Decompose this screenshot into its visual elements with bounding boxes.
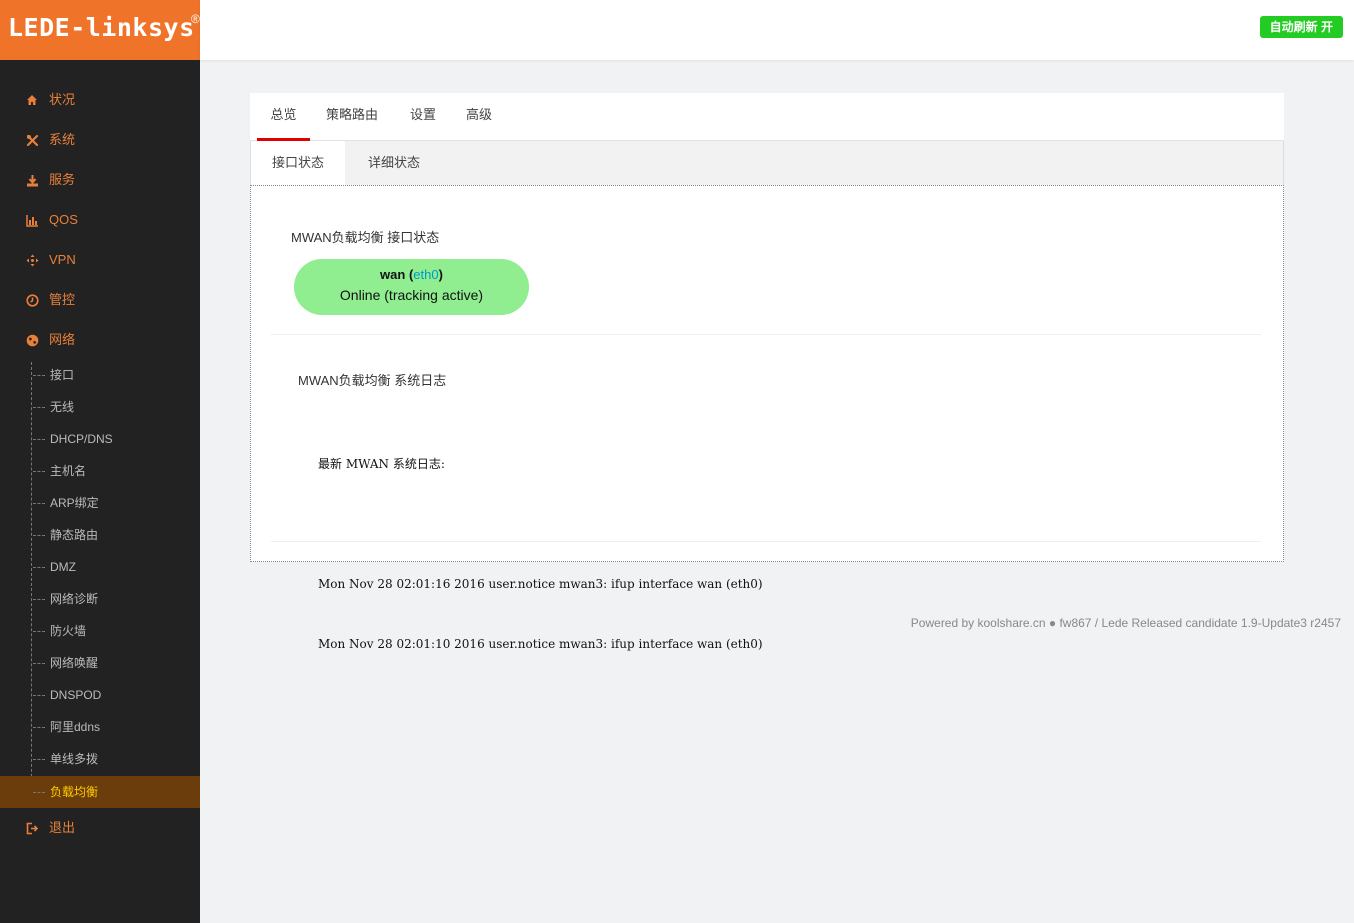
tree-dash xyxy=(33,567,45,568)
top-header: 自动刷新 开 xyxy=(200,0,1354,60)
log-spacer xyxy=(318,514,763,534)
status-panel: MWAN负载均衡 接口状态 wan (eth0) Online (trackin… xyxy=(250,185,1284,651)
sidebar: 状况 系统 服务 QOS VPN 管控 网络 接口 无线 DHCP/DNS 主机… xyxy=(0,60,200,923)
system-log: 最新 MWAN 系统日志: Mon Nov 28 02:01:16 2016 u… xyxy=(318,414,763,694)
tab-advanced[interactable]: 高级 xyxy=(461,93,497,141)
system-log-title: MWAN负载均衡 系统日志 xyxy=(298,373,447,388)
sidebar-item-network[interactable]: 网络 xyxy=(0,320,200,360)
sidebar-item-system[interactable]: 系统 xyxy=(0,120,200,160)
section-divider xyxy=(271,541,1261,542)
sidebar-item-qos[interactable]: QOS xyxy=(0,200,200,240)
iface-name: wan xyxy=(380,267,406,282)
main-tabs: 总览 策略路由 设置 高级 xyxy=(250,93,1284,141)
tab-settings[interactable]: 设置 xyxy=(405,93,441,141)
sidebar-item-status[interactable]: 状况 xyxy=(0,80,200,120)
tree-dash xyxy=(33,727,45,728)
log-heading: 最新 MWAN 系统日志: xyxy=(318,457,445,471)
section-divider xyxy=(271,334,1261,335)
sidebar-subitem-label: 单线多拨 xyxy=(50,752,99,766)
brand-logo[interactable]: LEDE-linksys ® xyxy=(0,0,200,60)
sidebar-item-label: 服务 xyxy=(49,172,76,187)
sidebar-item-label: 网络 xyxy=(49,332,76,347)
footer-text: Powered by koolshare.cn ● fw867 / Lede R… xyxy=(910,616,1341,630)
sidebar-subitem-aliddns[interactable]: 阿里ddns xyxy=(0,711,200,743)
wan-status-badge: wan (eth0) Online (tracking active) xyxy=(294,259,529,315)
sidebar-subitem-label: ARP绑定 xyxy=(50,496,99,510)
sidebar-item-vpn[interactable]: VPN xyxy=(0,240,200,280)
tree-dash xyxy=(33,663,45,664)
sidebar-subitem-firewall[interactable]: 防火墙 xyxy=(0,615,200,647)
log-line: Mon Nov 28 02:01:10 2016 user.notice mwa… xyxy=(318,637,763,651)
tree-dash xyxy=(33,503,45,504)
iface-status-text: Online (tracking active) xyxy=(339,287,484,303)
tree-dash xyxy=(33,695,45,696)
sidebar-item-control[interactable]: 管控 xyxy=(0,280,200,320)
sidebar-subitem-label: DMZ xyxy=(50,560,76,574)
tab-interface-status[interactable]: 接口状态 xyxy=(251,141,345,186)
sidebar-item-label: 状况 xyxy=(49,92,76,107)
sidebar-subitem-label: 接口 xyxy=(50,368,75,382)
sidebar-subitem-load-balance[interactable]: 负载均衡 xyxy=(0,776,200,808)
sidebar-subitem-label: 静态路由 xyxy=(50,528,99,542)
sub-tabs: 接口状态 详细状态 xyxy=(250,141,1284,186)
sidebar-item-label: QOS xyxy=(49,212,78,227)
sidebar-subitem-dnspod[interactable]: DNSPOD xyxy=(0,679,200,711)
tab-policy-routing[interactable]: 策略路由 xyxy=(323,93,381,141)
sidebar-subitem-label: DHCP/DNS xyxy=(50,432,113,446)
tree-dash xyxy=(33,631,45,632)
tree-dash xyxy=(33,535,45,536)
tree-dash xyxy=(33,471,45,472)
sidebar-subitem-label: 网络唤醒 xyxy=(50,656,99,670)
iface-device: eth0 xyxy=(413,267,439,282)
home-icon xyxy=(25,80,39,120)
sidebar-subitem-interfaces[interactable]: 接口 xyxy=(0,359,200,391)
tree-dash xyxy=(33,792,45,793)
sidebar-subitem-wireless[interactable]: 无线 xyxy=(0,391,200,423)
sidebar-subitem-label: 负载均衡 xyxy=(50,785,99,799)
download-icon xyxy=(25,160,39,200)
sidebar-subitem-label: 网络诊断 xyxy=(50,592,99,606)
sidebar-subitem-dhcp-dns[interactable]: DHCP/DNS xyxy=(0,423,200,455)
sidebar-subitem-hostnames[interactable]: 主机名 xyxy=(0,455,200,487)
tab-detailed-status[interactable]: 详细状态 xyxy=(347,141,441,186)
interface-status-title: MWAN负载均衡 接口状态 xyxy=(291,230,440,245)
iface-header: wan (eth0) xyxy=(380,267,443,282)
tree-dash xyxy=(33,375,45,376)
arrows-icon xyxy=(25,240,39,280)
logout-icon xyxy=(25,808,39,848)
sidebar-item-label: 系统 xyxy=(49,132,76,147)
sidebar-subitem-label: 阿里ddns xyxy=(50,720,101,734)
bar-chart-icon xyxy=(25,200,39,240)
tab-overview[interactable]: 总览 xyxy=(257,93,310,141)
sidebar-subitem-dmz[interactable]: DMZ xyxy=(0,551,200,583)
sidebar-subitem-multi-dial[interactable]: 单线多拨 xyxy=(0,743,200,775)
tree-dash xyxy=(33,439,45,440)
tree-dash xyxy=(33,407,45,408)
sidebar-subitem-arp-binding[interactable]: ARP绑定 xyxy=(0,487,200,519)
globe-icon xyxy=(25,320,39,360)
sidebar-item-services[interactable]: 服务 xyxy=(0,160,200,200)
tools-icon xyxy=(25,120,39,160)
sidebar-subitem-label: 主机名 xyxy=(50,464,87,478)
tree-dash xyxy=(33,759,45,760)
sidebar-subitem-label: DNSPOD xyxy=(50,688,102,702)
sidebar-subitem-label: 无线 xyxy=(50,400,75,414)
clock-icon xyxy=(25,280,39,320)
sidebar-subitem-label: 防火墙 xyxy=(50,624,87,638)
tree-dash xyxy=(33,599,45,600)
sidebar-item-logout[interactable]: 退出 xyxy=(0,808,200,848)
sidebar-subitem-diagnostics[interactable]: 网络诊断 xyxy=(0,583,200,615)
sidebar-item-label: 管控 xyxy=(49,292,76,307)
brand-title: LEDE-linksys xyxy=(8,13,195,42)
log-line: Mon Nov 28 02:01:16 2016 user.notice mwa… xyxy=(318,577,763,591)
sidebar-subitem-wake-on-lan[interactable]: 网络唤醒 xyxy=(0,647,200,679)
sidebar-item-label: 退出 xyxy=(49,820,76,835)
registered-mark: ® xyxy=(191,12,200,26)
sidebar-subitem-static-routes[interactable]: 静态路由 xyxy=(0,519,200,551)
sidebar-item-label: VPN xyxy=(49,252,76,267)
auto-refresh-button[interactable]: 自动刷新 开 xyxy=(1259,16,1343,38)
